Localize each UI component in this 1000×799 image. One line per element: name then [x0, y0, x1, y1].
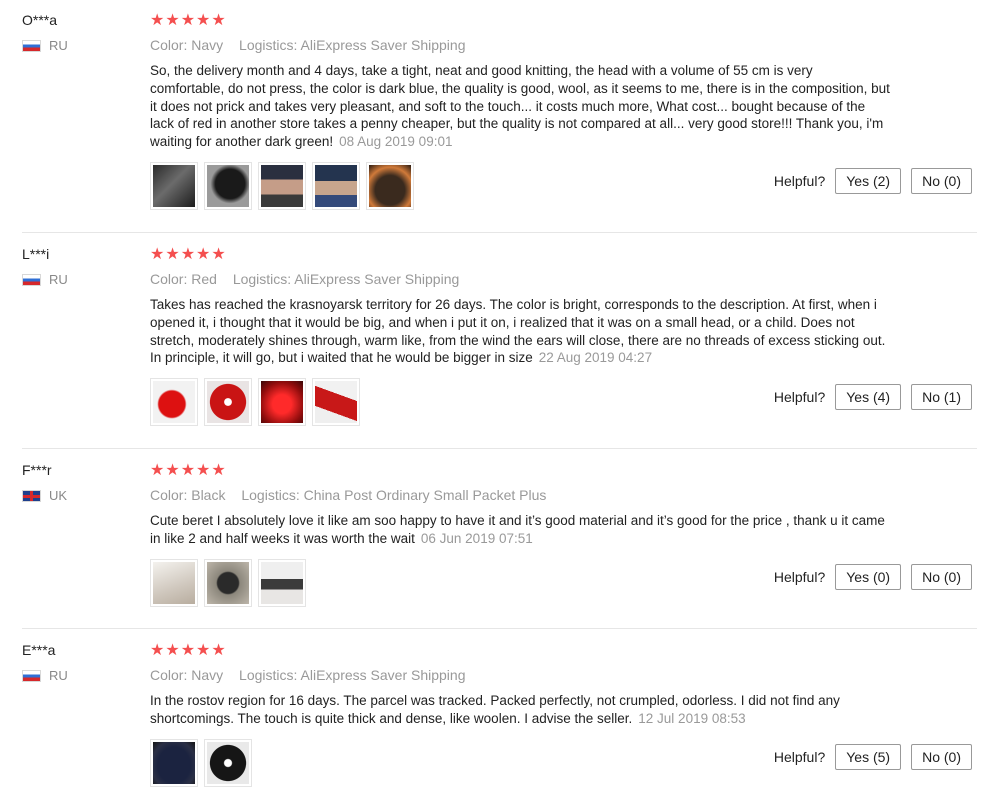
country-code: RU — [49, 272, 68, 287]
order-info: Color: Red Logistics: AliExpress Saver S… — [150, 271, 459, 287]
review-text: Cute beret I absolutely love it like am … — [150, 512, 890, 548]
uk-flag-icon — [22, 489, 41, 502]
logistics-info: Logistics: China Post Ordinary Small Pac… — [241, 487, 547, 503]
review-photo[interactable] — [312, 162, 360, 210]
country-code: RU — [49, 668, 68, 683]
reviewer-country: RU — [22, 668, 68, 683]
order-info: Color: Navy Logistics: AliExpress Saver … — [150, 667, 465, 683]
review-item: L***i RU ★★★★★ Color: Red Logistics: Ali… — [0, 234, 1000, 448]
color-info: Color: Red — [150, 271, 217, 287]
reviewer-country: UK — [22, 488, 67, 503]
reviewer-country: RU — [22, 272, 68, 287]
review-text: So, the delivery month and 4 days, take … — [150, 62, 890, 151]
helpful-label: Helpful? — [773, 569, 826, 585]
russia-flag-icon — [22, 273, 41, 286]
vote-yes-button[interactable]: Yes (5) — [835, 744, 902, 770]
star-rating: ★★★★★ — [150, 462, 227, 479]
star-rating: ★★★★★ — [150, 12, 227, 29]
helpful-votes: Helpful? Yes (2) No (0) — [774, 168, 972, 194]
country-code: UK — [49, 488, 68, 503]
vote-yes-button[interactable]: Yes (0) — [835, 564, 902, 590]
vote-yes-button[interactable]: Yes (4) — [835, 384, 902, 410]
review-text: In the rostov region for 16 days. The pa… — [150, 692, 890, 728]
star-rating: ★★★★★ — [150, 246, 227, 263]
helpful-votes: Helpful? Yes (0) No (0) — [774, 564, 972, 590]
review-photo[interactable] — [150, 162, 198, 210]
review-photo[interactable] — [204, 162, 252, 210]
order-info: Color: Navy Logistics: AliExpress Saver … — [150, 37, 465, 53]
review-item: F***r UK ★★★★★ Color: Black Logistics: C… — [0, 450, 1000, 628]
order-info: Color: Black Logistics: China Post Ordin… — [150, 487, 546, 503]
reviewer-name: F***r — [22, 462, 52, 478]
review-date: 22 Aug 2019 04:27 — [538, 350, 653, 366]
review-photos — [150, 378, 360, 426]
review-date: 12 Jul 2019 08:53 — [638, 710, 746, 726]
helpful-label: Helpful? — [773, 173, 826, 189]
review-divider — [22, 628, 977, 629]
star-rating: ★★★★★ — [150, 642, 227, 659]
reviewer-name: O***a — [22, 12, 58, 28]
review-photo[interactable] — [366, 162, 414, 210]
logistics-info: Logistics: AliExpress Saver Shipping — [232, 271, 460, 287]
review-divider — [22, 448, 977, 449]
helpful-label: Helpful? — [773, 389, 826, 405]
review-photo[interactable] — [150, 739, 198, 787]
review-photo[interactable] — [204, 378, 252, 426]
review-photos — [150, 559, 306, 607]
vote-no-button[interactable]: No (1) — [911, 384, 972, 410]
reviewer-country: RU — [22, 38, 68, 53]
helpful-votes: Helpful? Yes (4) No (1) — [774, 384, 972, 410]
reviewer-name: E***a — [22, 642, 56, 658]
review-text: Takes has reached the krasnoyarsk territ… — [150, 296, 890, 367]
review-photo[interactable] — [150, 378, 198, 426]
review-photo[interactable] — [258, 559, 306, 607]
review-photo[interactable] — [258, 162, 306, 210]
color-info: Color: Navy — [150, 37, 224, 53]
review-item: O***a RU ★★★★★ Color: Navy Logistics: Al… — [0, 0, 1000, 232]
review-date: 08 Aug 2019 09:01 — [339, 134, 453, 150]
review-photo[interactable] — [312, 378, 360, 426]
russia-flag-icon — [22, 669, 41, 682]
logistics-info: Logistics: AliExpress Saver Shipping — [239, 667, 466, 683]
review-item: E***a RU ★★★★★ Color: Navy Logistics: Al… — [0, 630, 1000, 799]
vote-no-button[interactable]: No (0) — [911, 168, 972, 194]
review-photo[interactable] — [258, 378, 306, 426]
helpful-label: Helpful? — [773, 749, 826, 765]
helpful-votes: Helpful? Yes (5) No (0) — [774, 744, 972, 770]
color-info: Color: Black — [150, 487, 226, 503]
vote-no-button[interactable]: No (0) — [911, 744, 972, 770]
review-photos — [150, 162, 414, 210]
vote-no-button[interactable]: No (0) — [911, 564, 972, 590]
country-code: RU — [49, 38, 68, 53]
color-info: Color: Navy — [150, 667, 224, 683]
review-photos — [150, 739, 252, 787]
review-photo[interactable] — [204, 559, 252, 607]
russia-flag-icon — [22, 39, 41, 52]
review-body: Takes has reached the krasnoyarsk territ… — [150, 297, 886, 366]
reviewer-name: L***i — [22, 246, 50, 262]
review-photo[interactable] — [150, 559, 198, 607]
review-date: 06 Jun 2019 07:51 — [420, 530, 533, 546]
review-divider — [22, 232, 977, 233]
vote-yes-button[interactable]: Yes (2) — [835, 168, 902, 194]
review-photo[interactable] — [204, 739, 252, 787]
logistics-info: Logistics: AliExpress Saver Shipping — [239, 37, 466, 53]
review-body: So, the delivery month and 4 days, take … — [150, 63, 890, 150]
